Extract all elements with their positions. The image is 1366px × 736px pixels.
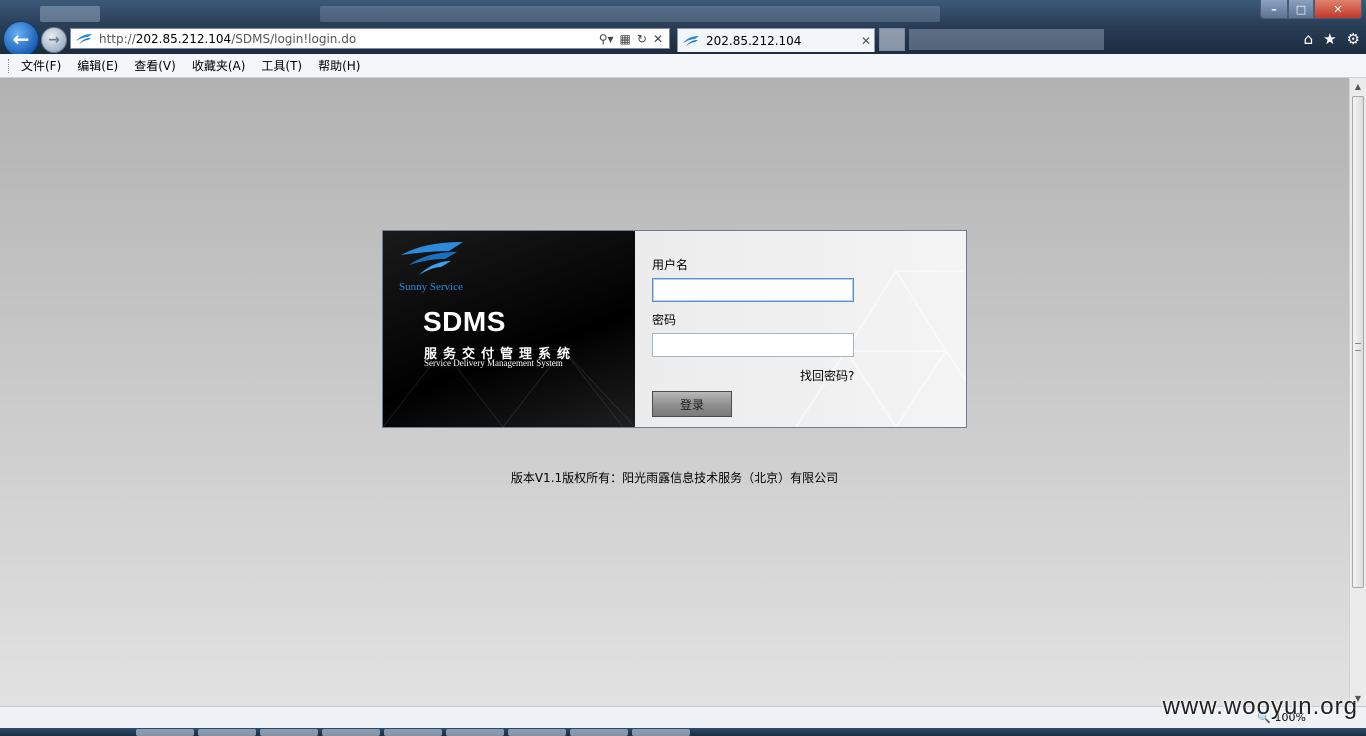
address-bar[interactable]: http://202.85.212.104/SDMS/login!login.d… <box>70 28 670 49</box>
taskbar-button[interactable] <box>632 729 690 736</box>
blurred-taskbar-area <box>320 6 940 22</box>
forward-button[interactable]: → <box>41 27 67 53</box>
username-input[interactable] <box>652 278 854 302</box>
taskbar-button[interactable] <box>260 729 318 736</box>
window-controls: – □ ✕ <box>1260 0 1362 19</box>
back-button[interactable]: ← <box>3 21 39 57</box>
copyright-text: 版本V1.1版权所有：阳光雨露信息技术服务（北京）有限公司 <box>510 471 839 485</box>
minimize-button[interactable]: – <box>1260 0 1288 19</box>
tab-title: 202.85.212.104 <box>706 33 802 48</box>
login-button[interactable]: 登录 <box>652 391 732 417</box>
watermark-text: www.wooyun.org <box>1162 693 1358 720</box>
close-window-button[interactable]: ✕ <box>1314 0 1362 19</box>
home-icon[interactable]: ⌂ <box>1304 30 1314 48</box>
search-icon[interactable]: ⚲▾ <box>599 32 614 46</box>
browser-tab-active[interactable]: 202.85.212.104 ✕ <box>677 28 875 52</box>
menu-file[interactable]: 文件(F) <box>13 57 69 74</box>
taskbar-button[interactable] <box>446 729 504 736</box>
compatibility-view-icon[interactable]: ▦ <box>620 32 631 46</box>
tools-gear-icon[interactable]: ⚙ <box>1347 30 1360 48</box>
blurred-tab-area <box>909 29 1104 50</box>
taskbar-button[interactable] <box>136 729 194 736</box>
new-tab-button[interactable] <box>879 28 905 51</box>
back-arrow-icon: ← <box>12 27 30 51</box>
menu-favorites[interactable]: 收藏夹(A) <box>184 57 254 74</box>
menu-view[interactable]: 查看(V) <box>126 57 184 74</box>
scroll-up-arrow-icon[interactable]: ▲ <box>1350 78 1366 94</box>
tab-favicon-icon <box>682 34 700 48</box>
logo-text: Sunny Service <box>399 281 463 293</box>
logo-swoosh-icon <box>401 242 463 275</box>
site-favicon-icon <box>75 32 93 46</box>
menu-help[interactable]: 帮助(H) <box>310 57 368 74</box>
forward-arrow-icon: → <box>48 32 60 48</box>
password-input[interactable] <box>652 333 854 357</box>
form-background-pattern <box>796 269 966 427</box>
browser-right-icons: ⌂ ★ ⚙ <box>1304 30 1360 48</box>
login-panel: Sunny Service SDMS 服务交付管理系统 Service Deli… <box>382 230 967 428</box>
taskbar-button[interactable] <box>384 729 442 736</box>
refresh-icon[interactable]: ↻ <box>637 32 647 46</box>
scrollbar-grip <box>1355 343 1361 351</box>
password-label: 密码 <box>652 313 677 327</box>
menu-edit[interactable]: 编辑(E) <box>69 57 126 74</box>
maximize-button[interactable]: □ <box>1288 0 1314 19</box>
favorites-star-icon[interactable]: ★ <box>1323 30 1336 48</box>
brand-panel: Sunny Service SDMS 服务交付管理系统 Service Deli… <box>383 231 635 427</box>
address-tools: ⚲▾ ▦ ↻ ✕ <box>599 32 669 46</box>
menu-bar: 文件(F) 编辑(E) 查看(V) 收藏夹(A) 工具(T) 帮助(H) <box>0 54 1366 78</box>
taskbar-button[interactable] <box>198 729 256 736</box>
status-bar: 🔍 100% <box>0 706 1366 728</box>
taskbar-button[interactable] <box>570 729 628 736</box>
blurred-taskbar-area <box>40 6 100 22</box>
windows-taskbar <box>0 728 1366 736</box>
close-tab-icon[interactable]: ✕ <box>858 34 874 48</box>
taskbar-button[interactable] <box>322 729 380 736</box>
username-label: 用户名 <box>652 258 689 272</box>
vertical-scrollbar[interactable]: ▲ ▼ <box>1349 78 1366 706</box>
stop-icon[interactable]: ✕ <box>653 32 663 46</box>
forgot-password-link[interactable]: 找回密码? <box>800 367 854 384</box>
page-content: Sunny Service SDMS 服务交付管理系统 Service Deli… <box>0 78 1349 706</box>
system-subtitle-en: Service Delivery Management System <box>424 358 563 368</box>
login-form: 用户名 密码 找回密码? 登录 <box>635 231 966 427</box>
address-url-text[interactable]: http://202.85.212.104/SDMS/login!login.d… <box>99 32 599 46</box>
system-title: SDMS <box>423 306 506 337</box>
scrollbar-thumb[interactable] <box>1352 96 1364 588</box>
browser-title-bar: – □ ✕ ← → http://202.85.212.104/SDMS/log… <box>0 0 1366 57</box>
menu-tools[interactable]: 工具(T) <box>253 57 310 74</box>
taskbar-button[interactable] <box>508 729 566 736</box>
sunny-service-logo: Sunny Service <box>397 239 487 293</box>
